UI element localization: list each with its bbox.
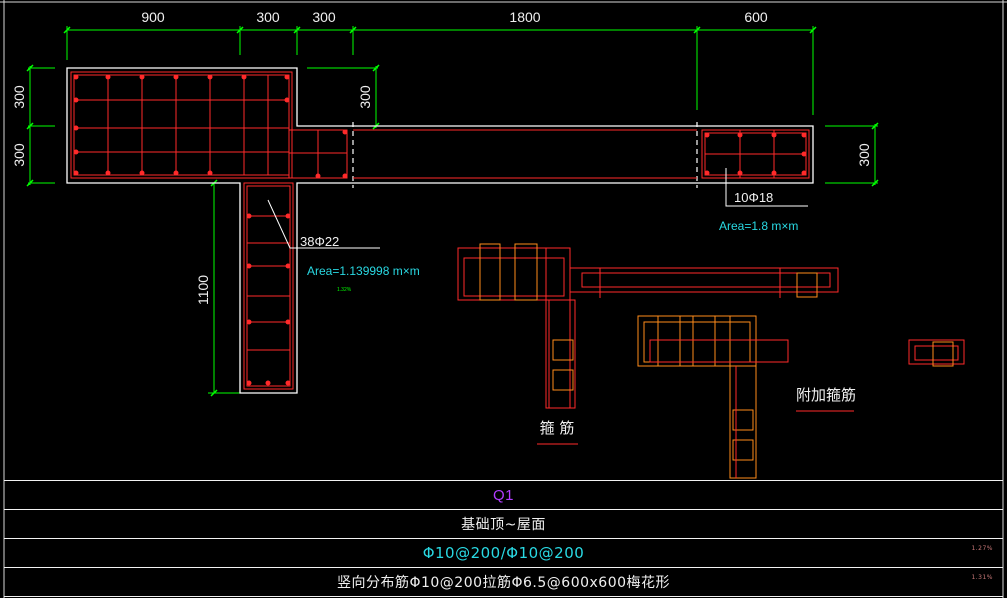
rebar-label-right: 10Φ18 [734, 190, 773, 205]
horizontal-rebar-spec: Φ10@200/Φ10@200 [422, 544, 585, 562]
table-row-horizontal-rebar: Φ10@200/Φ10@200 1.27% [4, 538, 1003, 567]
ratio-small-label: 1.32% [337, 287, 352, 293]
ratio-row3: 1.27% [971, 545, 993, 552]
dim-right-vertical: 300 [856, 143, 872, 167]
rebar-web [353, 129, 697, 179]
additional-stirrup-label: 附加箍筋 [796, 386, 856, 404]
dim-inner-vertical: 300 [357, 85, 373, 109]
stirrup-detail-3 [908, 339, 965, 365]
ratio-row4: 1.31% [971, 574, 993, 581]
elevation-range: 基础顶~屋面 [461, 517, 546, 533]
rebar-stem [243, 182, 294, 390]
wall-name: Q1 [492, 486, 514, 504]
dim-stem-height: 1100 [195, 275, 211, 305]
dim-top-900: 900 [141, 9, 165, 25]
stirrup-detail-1-orange [479, 243, 818, 391]
vertical-rebar-spec: 竖向分布筋Φ10@200拉筋Φ6.5@600x600梅花形 [336, 575, 671, 591]
rebar-flange [70, 71, 348, 179]
rebar-label-left: 38Φ22 [300, 234, 339, 249]
dim-top-600: 600 [744, 9, 768, 25]
dim-left-upper: 300 [11, 85, 27, 109]
dim-left-lower: 300 [11, 143, 27, 167]
dim-top-300b: 300 [312, 9, 336, 25]
stirrup-label: 箍 筋 [540, 419, 575, 437]
table-row-vertical-rebar: 竖向分布筋Φ10@200拉筋Φ6.5@600x600梅花形 1.31% [4, 567, 1003, 597]
stirrup-detail-2-red [649, 339, 789, 478]
dim-top-300a: 300 [256, 9, 280, 25]
table-row-elevation: 基础顶~屋面 [4, 509, 1003, 538]
dim-top-1800: 1800 [509, 9, 540, 25]
leader-lines [267, 168, 808, 249]
rebar-dots [73, 74, 807, 386]
area-label-left: Area=1.139998 m×m [307, 264, 420, 278]
rebar-end-column [701, 129, 810, 179]
table-row-name: Q1 [4, 480, 1003, 509]
wall-outline [66, 67, 814, 394]
area-label-right: Area=1.8 m×m [719, 219, 798, 233]
